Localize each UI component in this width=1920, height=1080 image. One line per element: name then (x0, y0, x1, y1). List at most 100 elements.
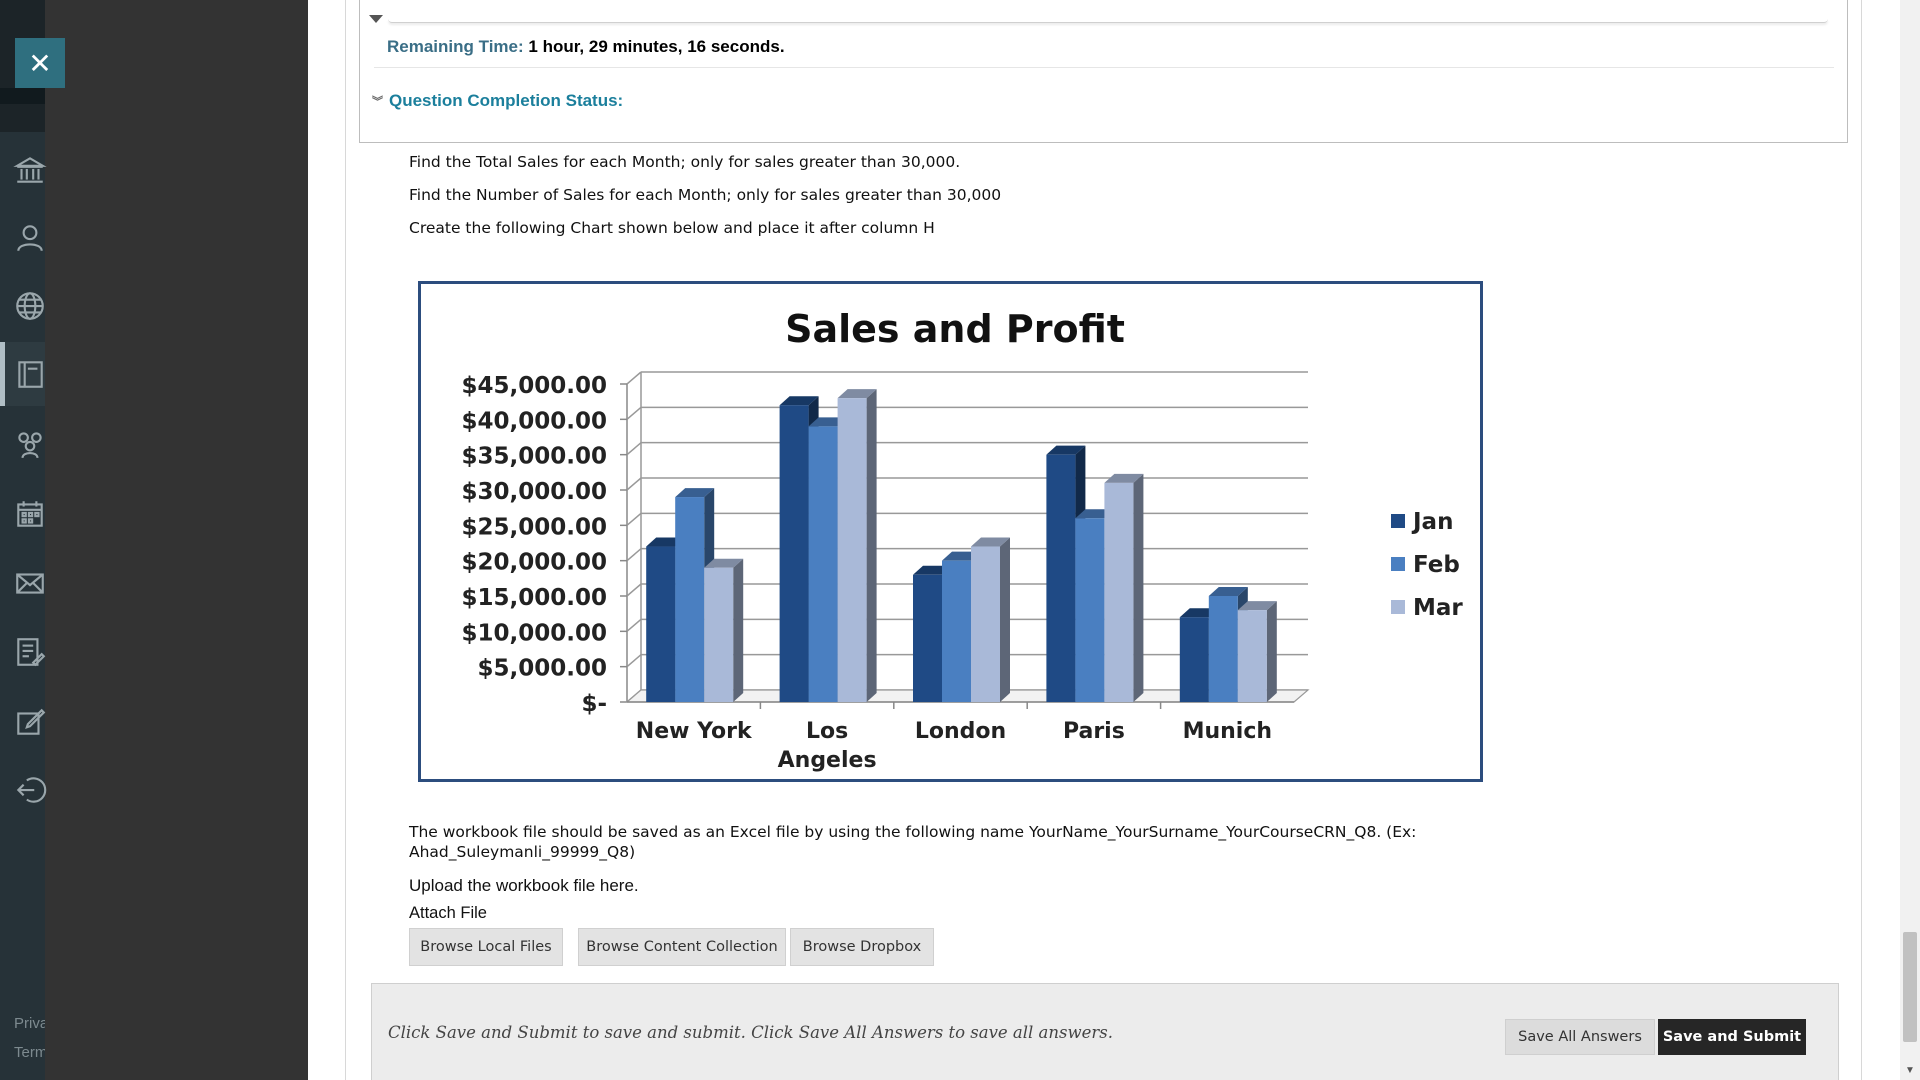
seconds-value: 16 (687, 37, 707, 56)
instruction-line: Create the following Chart shown below a… (409, 219, 935, 237)
y-tick-label: $40,000.00 (461, 408, 607, 434)
courses-icon[interactable] (10, 354, 50, 394)
minutes-unit: minutes, (612, 37, 683, 56)
browse-dropbox-button[interactable]: Browse Dropbox (790, 928, 934, 966)
legend-swatch (1391, 514, 1405, 528)
chart-title: Sales and Profit (785, 307, 1125, 351)
assignments-icon[interactable] (10, 702, 50, 742)
rail-notch (0, 88, 45, 104)
terms-link[interactable]: Terms (14, 1044, 45, 1061)
profile-icon[interactable] (10, 218, 50, 258)
bar-side (1266, 601, 1277, 702)
y-tick-label: $45,000.00 (461, 373, 607, 399)
remaining-time: Remaining Time: 1 hour, 29 minutes, 16 s… (387, 37, 785, 57)
legend: Jan Feb Mar (1391, 509, 1463, 621)
close-button[interactable]: ✕ (15, 38, 65, 88)
nav-rail: Privacy Terms (0, 0, 47, 1080)
bar (646, 546, 676, 702)
minutes-value: 29 (588, 37, 608, 56)
bar-side (866, 389, 877, 702)
double-chevron-icon: ︾ (372, 96, 383, 108)
gridline-depth (626, 442, 642, 456)
scroll-down-arrow-icon[interactable]: ▼ (1900, 1060, 1920, 1080)
gridline-depth (626, 583, 642, 597)
privacy-link[interactable]: Privacy (14, 1015, 45, 1032)
gridline-depth (626, 406, 642, 420)
overlay-backdrop (45, 0, 308, 1080)
bar (942, 560, 971, 702)
bar (1075, 518, 1105, 702)
chart-image: Sales and Profit $- $5,000.00 $10,000.00 $1… (418, 281, 1483, 782)
bar (675, 497, 705, 702)
legend-swatch (1391, 600, 1405, 614)
bar (971, 546, 1000, 702)
x-tick-label: Munich (1183, 719, 1272, 744)
grades-icon[interactable] (10, 632, 50, 672)
x-tick-label: Angeles (778, 748, 877, 773)
timer-progress-rule (388, 19, 1828, 23)
bar-side (733, 558, 744, 702)
rail-active-indicator (0, 342, 5, 406)
x-tick-label: London (915, 719, 1006, 744)
gridline-depth (626, 654, 642, 668)
x-axis: New York Los Angeles London Paris Munich (636, 702, 1272, 773)
y-tick-label: $35,000.00 (461, 444, 607, 470)
bar (1208, 596, 1238, 702)
y-tick-label: $25,000.00 (461, 514, 607, 540)
legend-label: Mar (1413, 595, 1463, 621)
bar (808, 426, 838, 702)
submit-bar: Click Save and Submit to save and submit… (371, 983, 1839, 1080)
bar-side (1000, 537, 1010, 702)
seconds-unit: seconds. (710, 37, 785, 56)
y-tick-label: $- (581, 691, 607, 717)
save-and-submit-button[interactable]: Save and Submit (1658, 1019, 1806, 1055)
bar-side (1133, 473, 1144, 702)
timer-box: Remaining Time: 1 hour, 29 minutes, 16 s… (359, 0, 1848, 143)
gridline-depth (626, 618, 642, 632)
gridline-depth (626, 512, 642, 526)
vertical-scrollbar[interactable]: ▼ (1900, 0, 1920, 1080)
legend-label: Jan (1411, 509, 1453, 535)
scroll-thumb[interactable] (1903, 932, 1917, 1042)
browse-content-collection-button[interactable]: Browse Content Collection (578, 928, 786, 966)
bar (1179, 617, 1209, 702)
divider (374, 67, 1834, 68)
legend-label: Feb (1413, 552, 1460, 578)
gridline-depth (626, 548, 642, 562)
bar (837, 398, 867, 702)
save-all-answers-button[interactable]: Save All Answers (1505, 1019, 1655, 1055)
hours-value: 1 (528, 37, 538, 56)
calendar-icon[interactable] (10, 494, 50, 534)
hours-unit: hour, (542, 37, 585, 56)
panel-edge (345, 0, 346, 1080)
sign-out-icon[interactable] (10, 770, 50, 810)
groups-icon[interactable] (10, 424, 50, 464)
bar (1046, 454, 1076, 702)
y-tick-label: $15,000.00 (461, 585, 607, 611)
y-tick-label: $20,000.00 (461, 550, 607, 576)
institution-icon[interactable] (10, 150, 50, 190)
bar (1237, 610, 1267, 702)
globe-icon[interactable] (10, 286, 50, 326)
gridline-depth (626, 477, 642, 491)
close-icon: ✕ (28, 47, 52, 79)
messages-icon[interactable] (10, 563, 50, 603)
bar (1104, 482, 1134, 702)
instruction-line: Find the Number of Sales for each Month;… (409, 186, 1002, 204)
file-note-line1: The workbook file should be saved as an … (409, 823, 1417, 841)
y-tick-label: $30,000.00 (461, 479, 607, 505)
bar (913, 574, 942, 702)
collapse-caret-icon[interactable] (369, 15, 383, 23)
instruction-line: Find the Total Sales for each Month; onl… (409, 153, 961, 171)
x-tick-label: New York (636, 719, 753, 744)
bar (779, 405, 809, 702)
y-axis: $- $5,000.00 $10,000.00 $15,000.00 $20,000.0… (461, 373, 607, 717)
remaining-time-label: Remaining Time: (387, 37, 524, 56)
bar (704, 567, 734, 702)
submit-hint: Click Save and Submit to save and submit… (388, 1023, 1113, 1042)
file-note-line2: Ahad_Suleymanli_99999_Q8) (409, 843, 636, 861)
question-completion-toggle[interactable]: ︾ Question Completion Status: (372, 91, 623, 111)
browse-local-files-button[interactable]: Browse Local Files (409, 928, 563, 966)
gridline-depth (626, 371, 642, 385)
panel-edge (1861, 0, 1862, 1080)
